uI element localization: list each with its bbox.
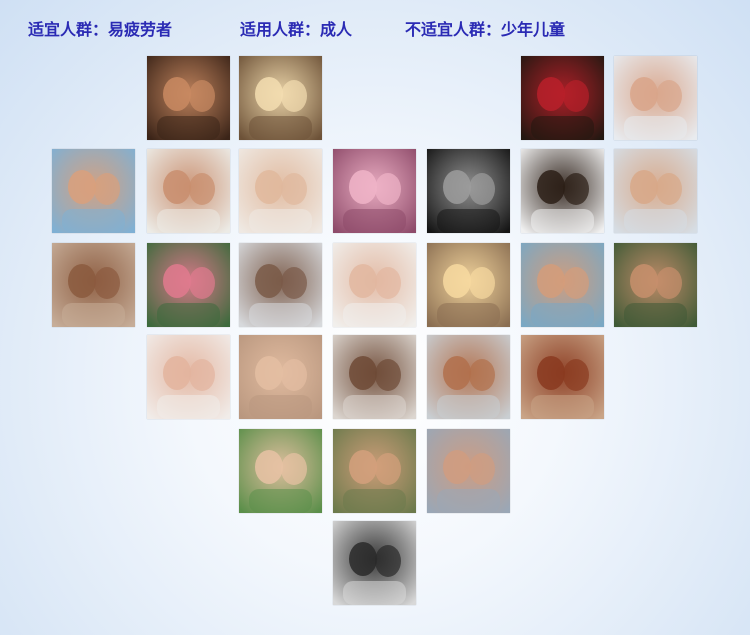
photo-legs-window bbox=[614, 149, 697, 233]
photo-redhead-woman bbox=[521, 335, 604, 419]
photo-man-back-towel bbox=[427, 335, 510, 419]
photo-adam-eve-garden bbox=[614, 243, 697, 327]
photo-couple-smiling-outdoors bbox=[333, 429, 416, 513]
photo-couple-smiling-bed bbox=[614, 56, 697, 140]
photo-man-muscle-silhouette bbox=[521, 149, 604, 233]
heart-photo-collage bbox=[0, 0, 750, 635]
photo-couple-almost-kiss bbox=[333, 335, 416, 419]
photo-clasped-hands bbox=[239, 335, 322, 419]
photo-holding-hands bbox=[239, 149, 322, 233]
photo-mature-couple-outdoors bbox=[239, 429, 322, 513]
photo-woman-with-rose bbox=[521, 56, 604, 140]
photo-woman-hearts bbox=[147, 335, 230, 419]
photo-woman-flowers bbox=[333, 149, 416, 233]
photo-couple-beach-sunset bbox=[427, 243, 510, 327]
photo-couple-tender bbox=[427, 429, 510, 513]
photo-feet-bed bbox=[333, 243, 416, 327]
photo-couple-cuddling bbox=[52, 149, 135, 233]
photo-couple-nose-touch bbox=[52, 243, 135, 327]
photo-couple-embrace-dark bbox=[147, 56, 230, 140]
photo-flower-garden bbox=[147, 243, 230, 327]
photo-couple-laughing-bed bbox=[147, 149, 230, 233]
photo-couple-kiss-bw-bottom bbox=[333, 521, 416, 605]
photo-woman-pillow bbox=[239, 243, 322, 327]
photo-couple-silhouette-sunset bbox=[239, 56, 322, 140]
photo-couple-kiss-bw bbox=[427, 149, 510, 233]
photo-couple-laughing-close bbox=[521, 243, 604, 327]
